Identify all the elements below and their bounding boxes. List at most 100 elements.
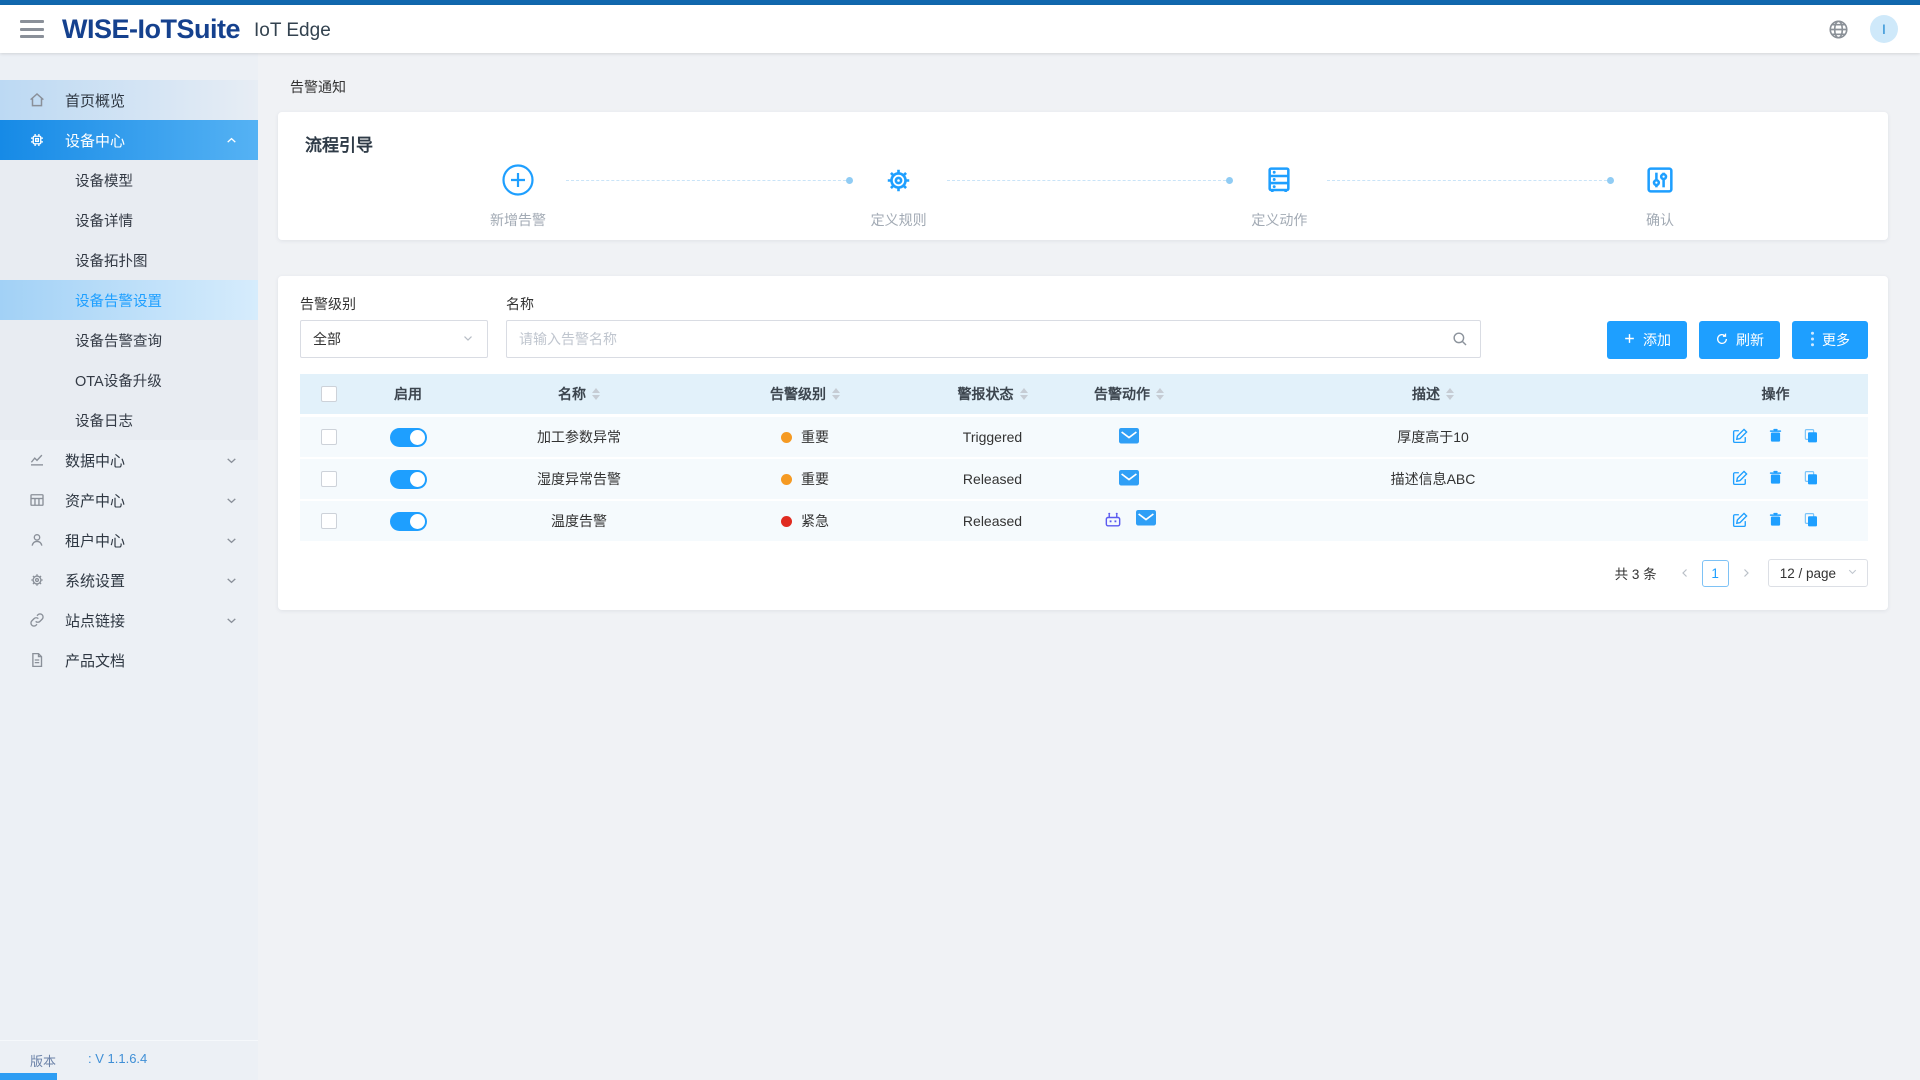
sidebar-item-tenant-center[interactable]: 租户中心 [0, 520, 258, 560]
column-header-operations: 操作 [1762, 384, 1790, 404]
table-header: 启用 名称 告警级别 警报状态 告警动作 描述 操作 [300, 374, 1868, 414]
alarm-description: 描述信息ABC [1391, 469, 1476, 489]
refresh-button[interactable]: 刷新 [1699, 321, 1780, 359]
table-row: 湿度异常告警 重要 Released 描述信息ABC [300, 459, 1868, 499]
brand-logo: WISE-IoTSuite [62, 14, 240, 45]
level-text: 重要 [801, 427, 829, 447]
grid-icon [28, 491, 46, 509]
add-button[interactable]: 添加 [1607, 321, 1687, 359]
search-icon[interactable] [1451, 330, 1469, 353]
alarm-level-select[interactable]: 全部 [300, 320, 488, 358]
select-all-checkbox[interactable] [321, 386, 337, 402]
level-dot [781, 432, 792, 443]
guide-connector [566, 180, 851, 181]
chevron-down-icon [225, 534, 238, 547]
server-icon [1231, 163, 1327, 197]
edit-icon[interactable] [1731, 511, 1749, 532]
table-row: 加工参数异常 重要 Triggered 厚度高于10 [300, 417, 1868, 457]
copy-icon[interactable] [1802, 427, 1820, 448]
sidebar-item-ota-upgrade[interactable]: OTA设备升级 [0, 360, 258, 400]
column-header-name[interactable]: 名称 [458, 384, 700, 404]
page-number[interactable]: 1 [1702, 560, 1729, 587]
process-guide-card: 流程引导 新增告警 定义规则 [278, 112, 1888, 240]
sort-carets-icon[interactable] [1020, 388, 1028, 400]
sort-carets-icon[interactable] [592, 388, 600, 400]
more-button[interactable]: 更多 [1792, 321, 1868, 359]
sidebar-item-asset-center[interactable]: 资产中心 [0, 480, 258, 520]
app-header: WISE-IoTSuite IoT Edge I [0, 5, 1920, 53]
product-name: IoT Edge [254, 20, 331, 42]
enable-toggle[interactable] [390, 470, 427, 489]
sidebar-item-home[interactable]: 首页概览 [0, 80, 258, 120]
main-content: 告警通知 流程引导 新增告警 定义规 [258, 53, 1920, 1080]
sidebar-item-device-detail[interactable]: 设备详情 [0, 200, 258, 240]
delete-icon[interactable] [1767, 469, 1784, 490]
alarm-table-card: 告警级别 全部 名称 [278, 276, 1888, 610]
row-checkbox[interactable] [321, 471, 337, 487]
enable-toggle[interactable] [390, 512, 427, 531]
chevron-down-icon [461, 331, 475, 348]
chevron-down-icon [225, 574, 238, 587]
prev-page-icon[interactable] [1673, 567, 1697, 579]
alarm-description: 厚度高于10 [1397, 427, 1469, 447]
enable-toggle[interactable] [390, 428, 427, 447]
home-icon [28, 91, 46, 109]
app-root: WISE-IoTSuite IoT Edge I 首页概览 设备中心 [0, 0, 1920, 1080]
copy-icon[interactable] [1802, 511, 1820, 532]
next-page-icon[interactable] [1734, 567, 1758, 579]
sidebar-item-data-center[interactable]: 数据中心 [0, 440, 258, 480]
device-icon [28, 131, 46, 149]
sidebar-item-device-topology[interactable]: 设备拓扑图 [0, 240, 258, 280]
column-header-status[interactable]: 警报状态 [910, 384, 1075, 404]
plus-icon [1623, 332, 1636, 348]
chevron-down-icon [225, 494, 238, 507]
chevron-down-icon [1846, 565, 1859, 581]
sidebar-item-system-settings[interactable]: 系统设置 [0, 560, 258, 600]
filter-row: 告警级别 全部 名称 [300, 294, 1868, 359]
level-text: 重要 [801, 469, 829, 489]
sidebar-item-device-model[interactable]: 设备模型 [0, 160, 258, 200]
table-row: 温度告警 紧急 Released [300, 501, 1868, 541]
chevron-down-icon [225, 454, 238, 467]
pagination-total: 共 3 条 [1615, 563, 1657, 583]
copy-icon[interactable] [1802, 469, 1820, 490]
mail-icon [1136, 510, 1156, 533]
alarm-name: 加工参数异常 [537, 427, 621, 447]
plus-circle-icon [470, 163, 566, 197]
toolbar: 添加 刷新 更多 [1607, 294, 1868, 359]
alarm-status: Released [963, 471, 1022, 487]
sidebar-item-device-log[interactable]: 设备日志 [0, 400, 258, 440]
person-icon [28, 531, 46, 549]
row-checkbox[interactable] [321, 429, 337, 445]
delete-icon[interactable] [1767, 427, 1784, 448]
edit-icon[interactable] [1731, 427, 1749, 448]
mail-icon [1119, 470, 1139, 489]
column-header-action[interactable]: 告警动作 [1075, 384, 1183, 404]
sidebar-item-site-links[interactable]: 站点链接 [0, 600, 258, 640]
row-checkbox[interactable] [321, 513, 337, 529]
column-header-level[interactable]: 告警级别 [700, 384, 910, 404]
sort-carets-icon[interactable] [832, 388, 840, 400]
document-icon [28, 651, 46, 669]
page-size-select[interactable]: 12 / page [1768, 559, 1868, 587]
horizontal-scrollbar-thumb[interactable] [0, 1073, 57, 1080]
sidebar-item-product-docs[interactable]: 产品文档 [0, 640, 258, 680]
sidebar-item-device-center[interactable]: 设备中心 [0, 120, 258, 160]
delete-icon[interactable] [1767, 511, 1784, 532]
chevron-down-icon [225, 614, 238, 627]
globe-icon[interactable] [1827, 18, 1850, 41]
level-dot [781, 516, 792, 527]
column-header-description[interactable]: 描述 [1183, 384, 1683, 404]
sidebar-item-device-alarm-query[interactable]: 设备告警查询 [0, 320, 258, 360]
sort-carets-icon[interactable] [1156, 388, 1164, 400]
guide-step-confirm: 确认 [1612, 163, 1708, 230]
alarm-status: Released [963, 513, 1022, 529]
chevron-up-icon [225, 134, 238, 147]
name-search-input[interactable] [506, 320, 1481, 358]
edit-icon[interactable] [1731, 469, 1749, 490]
menu-icon[interactable] [20, 20, 44, 38]
avatar[interactable]: I [1870, 15, 1898, 43]
alarm-level-field: 告警级别 全部 [300, 294, 488, 358]
sidebar-item-device-alarm-settings[interactable]: 设备告警设置 [0, 280, 258, 320]
sort-carets-icon[interactable] [1446, 388, 1454, 400]
